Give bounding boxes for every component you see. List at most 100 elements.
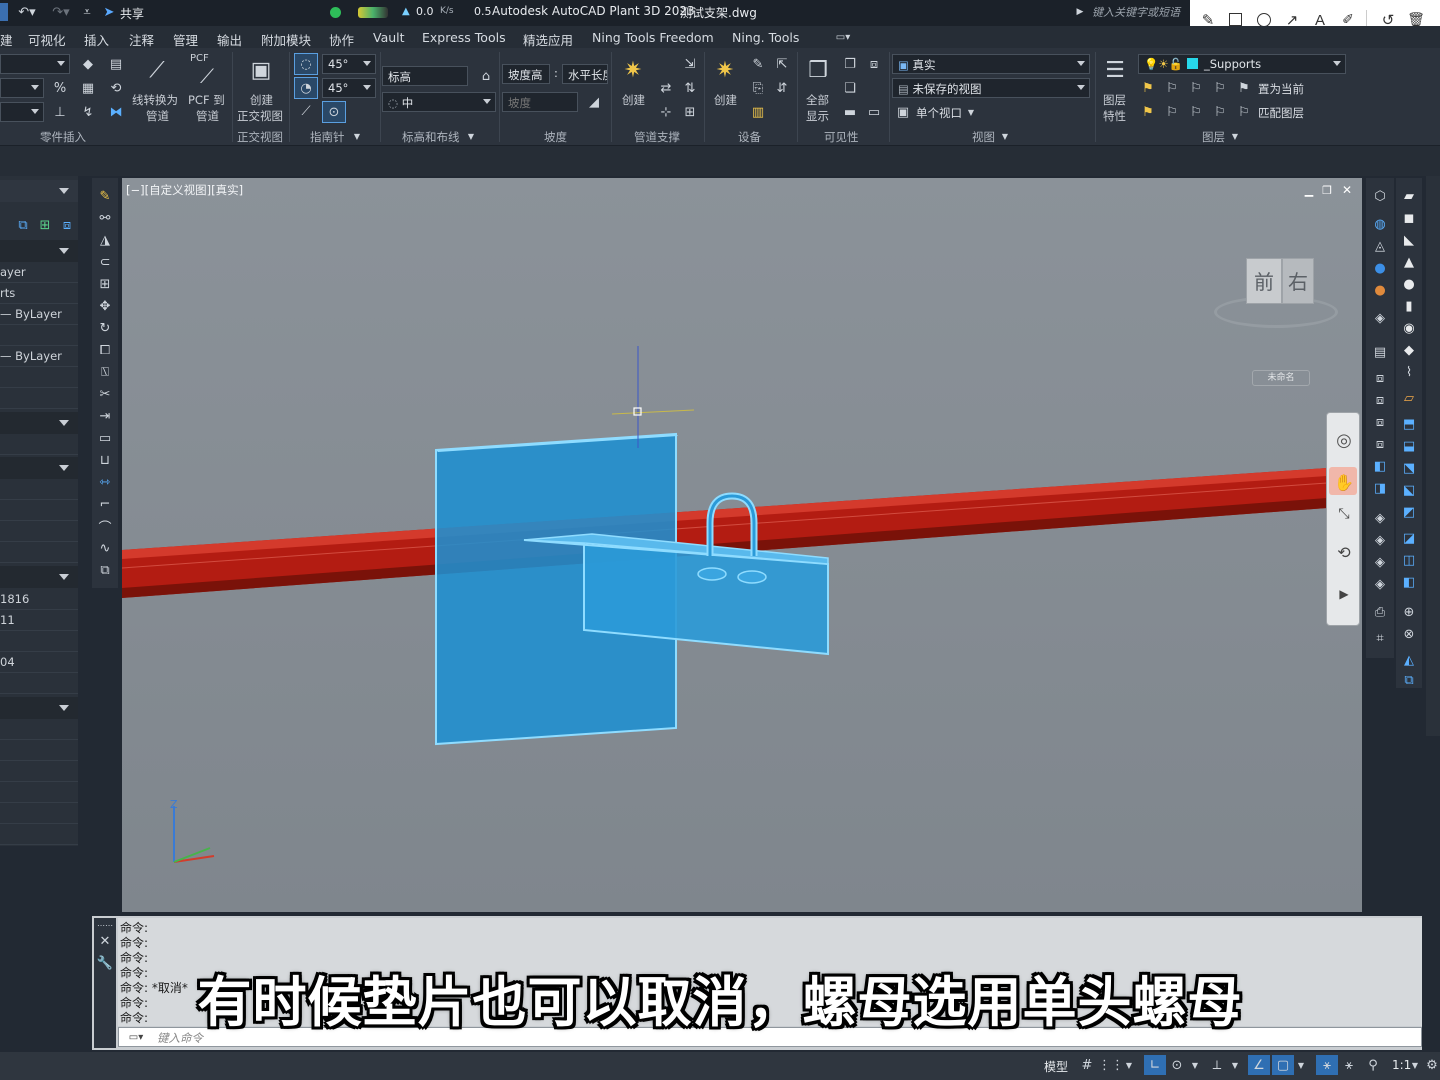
pcf-to-pipe-label[interactable]: PCF 到	[188, 92, 225, 108]
chevron-down-icon[interactable]: ▼	[1230, 1056, 1240, 1074]
break-icon[interactable]: ▭	[95, 428, 115, 448]
grid-icon[interactable]: #	[1078, 1056, 1096, 1074]
prop-row-center-y[interactable]: 11	[0, 610, 78, 631]
mirror-icon[interactable]: ◮	[95, 230, 115, 250]
section-header-general[interactable]	[0, 240, 78, 262]
view-tool-icon-10[interactable]: ⧈	[1370, 412, 1390, 432]
section-header-geometry[interactable]	[0, 457, 78, 479]
annotation-scale-icon[interactable]: ⚲	[1364, 1056, 1382, 1074]
close-icon[interactable]: ✕	[96, 932, 114, 950]
view-tool-icon-16[interactable]: ◈	[1370, 552, 1390, 572]
move-icon[interactable]: ✥	[95, 296, 115, 316]
show-all-label-2[interactable]: 显示	[806, 108, 829, 124]
chevron-down-icon[interactable]: ▼	[1230, 130, 1240, 142]
presspull-icon[interactable]: ⬓	[1399, 436, 1419, 456]
line-to-pipe-label-2[interactable]: 管道	[146, 108, 169, 124]
support-tool-icon-2[interactable]: ⇄	[656, 78, 676, 98]
grid-insert-icon[interactable]: ▦	[78, 78, 98, 98]
prop-row-center-x[interactable]: 1816	[0, 589, 78, 610]
flatshot-icon[interactable]: ⧉	[1399, 670, 1419, 690]
auto-scale-icon[interactable]: ⚹	[1340, 1056, 1358, 1074]
menu-item-addins[interactable]: 附加模块	[261, 30, 311, 49]
select-objects-icon[interactable]: ⊞	[36, 216, 54, 234]
break-at-point-icon[interactable]: ⇿	[95, 472, 115, 492]
chevron-down-icon[interactable]: ▼	[1124, 1056, 1134, 1074]
shade-orange-icon[interactable]: ●	[1370, 280, 1390, 300]
layer-tool-icon-7[interactable]: ⚐	[1186, 102, 1206, 122]
circle-icon[interactable]	[1257, 13, 1271, 27]
layer-combo[interactable]: 💡☀🔓 _Supports	[1138, 54, 1346, 74]
search-input[interactable]: 键入关键字或短语	[1092, 4, 1180, 20]
part-combo-3[interactable]	[0, 102, 44, 122]
prop-row-parts[interactable]: rts	[0, 283, 78, 304]
create-ortho-label[interactable]: 创建	[250, 92, 273, 108]
join-icon[interactable]: ⊔	[95, 450, 115, 470]
palette-tabs[interactable]	[1426, 176, 1440, 736]
support-tool-icon-5[interactable]: ⊞	[680, 102, 700, 122]
pyramid-icon[interactable]: ◣	[1399, 230, 1419, 250]
annotation-scale-value[interactable]: 1:1	[1392, 1058, 1411, 1072]
chevron-down-icon[interactable]: ▼	[966, 106, 976, 118]
view-tool-icon-7[interactable]: ▤	[1370, 342, 1390, 362]
part-combo-2[interactable]	[0, 78, 44, 98]
set-current-label[interactable]: 置为当前	[1258, 81, 1304, 97]
section-header-view[interactable]	[0, 566, 78, 588]
trim-icon[interactable]: ✂	[95, 384, 115, 404]
slope-input[interactable]: 坡度	[502, 92, 578, 112]
object-snap-tracking-icon[interactable]: ∠	[1248, 1055, 1270, 1075]
chevron-down-icon[interactable]: ▼	[352, 130, 362, 142]
view-tool-icon-12[interactable]: ◧	[1370, 456, 1390, 476]
nut-right[interactable]	[737, 570, 767, 584]
snap-icon[interactable]: ⋮⋮	[1098, 1056, 1124, 1074]
menu-item-annotate[interactable]: 注释	[129, 30, 154, 49]
rotate-icon[interactable]: ↻	[95, 318, 115, 338]
section-header-misc[interactable]	[0, 697, 78, 719]
equipment-tool-icon-2[interactable]: ⇱	[772, 54, 792, 74]
grip-icon[interactable]: ⋯⋯	[96, 920, 114, 930]
equipment-tool-icon-4[interactable]: ⇵	[772, 78, 792, 98]
view-tool-icon-1[interactable]: ⬡	[1370, 186, 1390, 206]
steering-wheel-icon[interactable]: ◎	[1333, 429, 1355, 451]
qat-dropdown-icon[interactable]: ⩡	[80, 3, 94, 21]
view-tool-icon-6[interactable]: ◈	[1370, 308, 1390, 328]
view-tool-icon-15[interactable]: ◈	[1370, 530, 1390, 550]
fillet-icon[interactable]: ⌒	[95, 516, 115, 536]
visibility-tool-icon-1[interactable]: ❐	[840, 54, 860, 74]
view-tool-icon-9[interactable]: ⧈	[1370, 390, 1390, 410]
compass-toggle-icon[interactable]: ⟋	[294, 101, 318, 121]
model-scene[interactable]: Z	[122, 178, 1362, 912]
drawing-viewport[interactable]: [−][自定义视图][真实] ▁ ❐ ✕ Z 前 右 未命名 ◎ ✋ ⤡ ⟲ ▶	[122, 178, 1362, 912]
menu-item-visualize[interactable]: 可视化	[28, 30, 66, 49]
elevation-mid-combo[interactable]: ◌ 中	[382, 92, 496, 112]
menu-item-ning-tools-freedom[interactable]: Ning Tools Freedom	[592, 30, 714, 45]
visibility-tool-icon-4[interactable]: ▬	[840, 102, 860, 122]
helix-icon[interactable]: ⌇	[1399, 362, 1419, 382]
prop-row-layer[interactable]: ayer	[0, 262, 78, 283]
gizmo-rotate-icon[interactable]: ⊗	[1399, 624, 1419, 644]
revolve-icon[interactable]: ⬕	[1399, 480, 1419, 500]
match-layer-label[interactable]: 匹配图层	[1258, 105, 1304, 121]
pan-hand-icon[interactable]: ✋	[1333, 471, 1355, 493]
polar-icon[interactable]: ⊙	[1168, 1056, 1186, 1074]
menu-item-ning-tools[interactable]: Ning. Tools	[732, 30, 799, 45]
chevron-down-icon[interactable]: ▼	[1296, 1056, 1306, 1074]
menu-item-vault[interactable]: Vault	[373, 30, 405, 45]
rectangle-icon[interactable]	[1229, 13, 1242, 26]
equipment-tool-icon-1[interactable]: ✎	[748, 54, 768, 74]
quick-select-icon[interactable]: ⧉	[14, 216, 32, 234]
menu-item-featured-apps[interactable]: 精选应用	[523, 30, 573, 49]
tag-icon[interactable]: ◆	[78, 54, 98, 74]
create-equipment-label[interactable]: 创建	[714, 92, 737, 108]
angle-combo-2[interactable]: 45°	[322, 78, 376, 98]
chevron-down-icon[interactable]: ▼	[466, 130, 476, 142]
view-tool-icon-8[interactable]: ⧈	[1370, 368, 1390, 388]
cylinder-icon[interactable]: ▮	[1399, 296, 1419, 316]
show-all-label[interactable]: 全部	[806, 92, 829, 108]
ortho-icon[interactable]: ∟	[1144, 1055, 1166, 1075]
ucs-name-badge[interactable]: 未命名	[1252, 370, 1310, 386]
array-icon[interactable]: ⊞	[95, 274, 115, 294]
chevron-down-icon[interactable]: ▼	[1190, 1056, 1200, 1074]
compass-display-icon[interactable]: ⊙	[322, 101, 346, 123]
percent-icon[interactable]: %	[50, 78, 70, 98]
view-tool-icon-11[interactable]: ⧈	[1370, 434, 1390, 454]
